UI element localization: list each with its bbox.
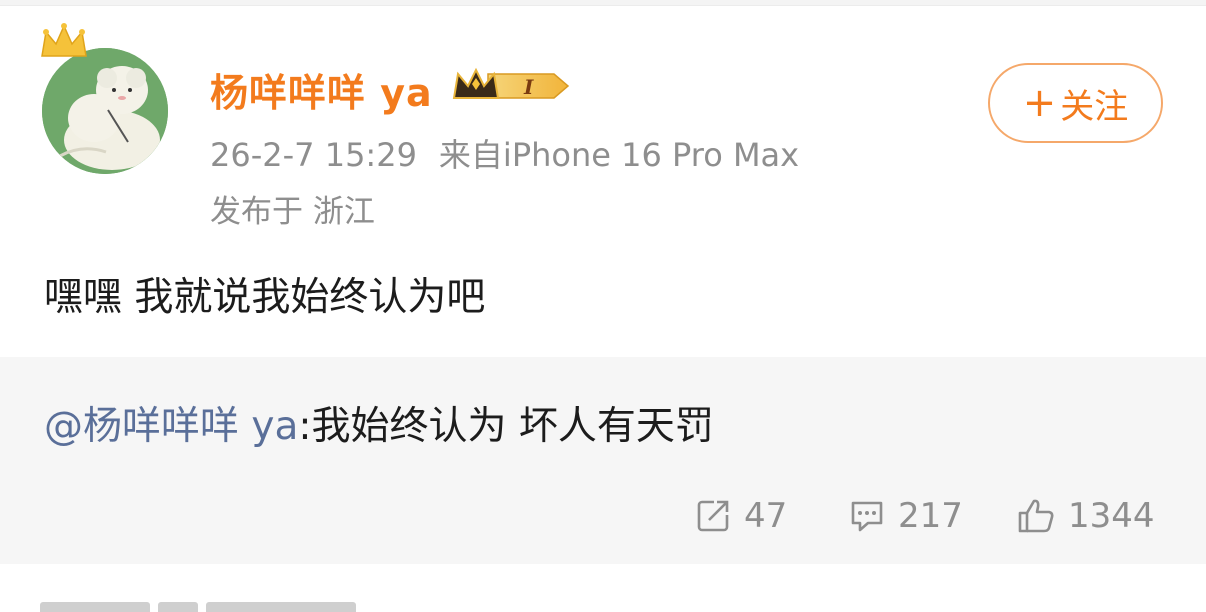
cropped-text-fragment [40,602,420,612]
avatar[interactable] [42,48,168,174]
svg-text:I: I [523,75,534,99]
repost-content: :我始终认为 坏人有天罚 [298,404,714,449]
vip-level-badge-icon[interactable]: I [450,64,572,108]
plus-icon: + [1022,80,1057,126]
post-location: 发布于 浙江 [210,194,375,230]
post-source: 来自iPhone 16 Pro Max [438,136,800,174]
reposted-original[interactable]: @杨咩咩咩 ya:我始终认为 坏人有天罚 47 217 1344 [0,357,1206,564]
repost-text-line: @杨咩咩咩 ya:我始终认为 坏人有天罚 [44,395,714,451]
crown-icon [36,20,92,64]
post-meta: 26-2-7 15:29 来自iPhone 16 Pro Max [210,130,799,176]
post-content: 嘿嘿 我就说我始终认为吧 [44,275,486,320]
comment-count: 217 [898,496,963,536]
comment-stat-button[interactable]: 217 [848,495,963,537]
like-stat-button[interactable]: 1344 [1016,495,1155,537]
follow-button[interactable]: + 关注 [988,63,1163,143]
mention-link[interactable]: @杨咩咩咩 ya [44,404,298,449]
share-icon [697,500,729,532]
repost-count: 47 [744,496,788,536]
avatar-container[interactable] [30,20,180,180]
top-divider [0,0,1206,6]
sheep-avatar-icon [42,48,168,174]
post-timestamp[interactable]: 26-2-7 15:29 [210,136,417,174]
thumbs-up-icon [1018,499,1054,533]
comment-icon [851,501,883,532]
repost-stat-button[interactable]: 47 [694,495,787,537]
follow-label: 关注 [1060,86,1129,127]
username[interactable]: 杨咩咩咩 ya [210,62,433,117]
like-count: 1344 [1068,496,1155,536]
next-item-preview [0,564,1206,612]
